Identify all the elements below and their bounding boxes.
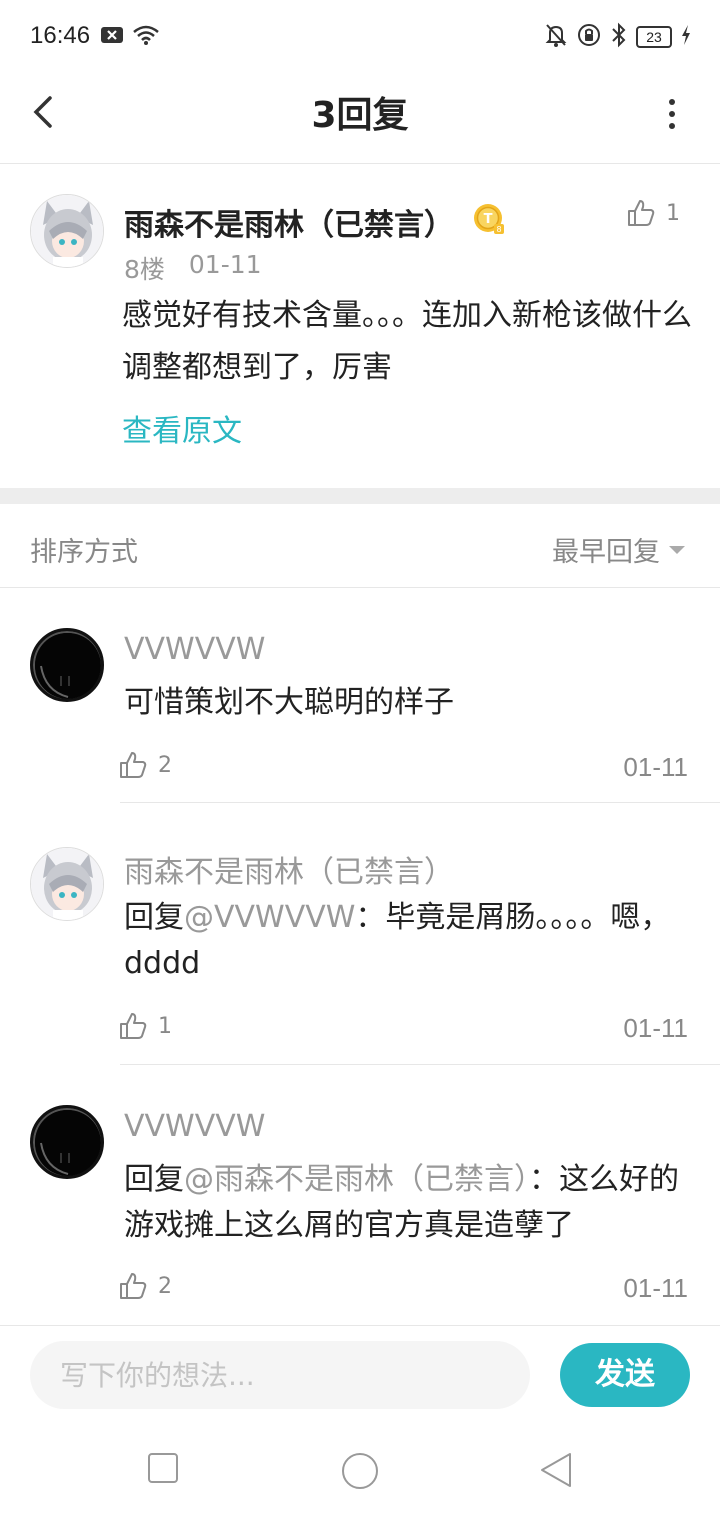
more-vertical-icon [669, 99, 675, 129]
reply-like-button[interactable]: 1 [118, 1011, 172, 1041]
avatar[interactable] [30, 847, 104, 921]
original-post: 雨森不是雨林（已禁言） T8 1 8楼 01-11 感觉好有技术含量。。。连加入… [0, 164, 720, 488]
notification-x-icon [100, 25, 124, 49]
reply-username[interactable]: VVWVVW [124, 632, 265, 667]
back-nav-button[interactable] [538, 1451, 578, 1491]
sort-row: 排序方式 最早回复 [0, 504, 720, 588]
reply-item: 雨森不是雨林（已禁言） 回复@VVWVVW：毕竟是屑肠。。。。嗯，dddd 1 … [0, 803, 720, 1065]
reply-text: 可惜策划不大聪明的样子 [124, 685, 454, 720]
reply-prefix: 回复 [124, 1162, 184, 1197]
mention-link[interactable]: @VVWVVW [184, 900, 355, 935]
svg-text:8: 8 [496, 225, 501, 234]
floor-number: 8楼 [124, 255, 165, 284]
reply-like-count: 1 [158, 1013, 172, 1039]
triangle-back-icon [541, 1453, 571, 1487]
reply-content: 可惜策划不大聪明的样子 [124, 680, 694, 726]
anime-avatar-image [31, 848, 103, 920]
dark-avatar-image [35, 1110, 101, 1176]
wifi-icon [132, 24, 160, 50]
avatar[interactable] [30, 1105, 104, 1179]
op-like-button[interactable]: 1 [626, 198, 680, 228]
send-button[interactable]: 发送 [560, 1343, 690, 1407]
thumbs-up-icon [120, 752, 147, 778]
reply-item: VVWVVW 可惜策划不大聪明的样子 2 01-11 [0, 588, 720, 803]
avatar[interactable] [30, 194, 104, 268]
rotation-lock-icon [576, 22, 602, 52]
bluetooth-icon [610, 22, 628, 52]
reply-like-count: 2 [158, 1273, 172, 1299]
more-button[interactable] [662, 94, 682, 134]
op-username[interactable]: 雨森不是雨林（已禁言） [124, 200, 454, 244]
op-content: 感觉好有技术含量。。。连加入新枪该做什么调整都想到了，厉害 [122, 298, 692, 385]
caret-down-icon [669, 545, 685, 554]
home-button[interactable] [340, 1451, 380, 1491]
view-original-link[interactable]: 查看原文 [122, 406, 242, 450]
mute-bell-icon [544, 22, 568, 52]
reply-like-count: 2 [158, 752, 172, 778]
reply-content: 回复@VVWVVW：毕竟是屑肠。。。。嗯，dddd [124, 895, 694, 987]
svg-text:T: T [484, 212, 493, 227]
op-meta: 8楼 01-11 [124, 250, 262, 286]
charging-icon [680, 24, 692, 50]
status-bar: 16:46 23 [0, 0, 720, 72]
reply-date: 01-11 [623, 1013, 688, 1043]
sort-selected-value: 最早回复 [552, 537, 660, 568]
op-date: 01-11 [188, 250, 262, 279]
reply-username[interactable]: VVWVVW [124, 1109, 265, 1144]
anime-avatar-image [31, 195, 103, 267]
reply-like-button[interactable]: 2 [118, 750, 172, 780]
reply-date: 01-11 [623, 752, 688, 782]
circle-icon [342, 1453, 378, 1489]
page-title: 3回复 [311, 95, 409, 136]
section-divider [0, 488, 720, 504]
battery-icon: 23 [636, 26, 672, 48]
reply-item: VVWVVW 回复@雨森不是雨林（已禁言）：这么好的游戏摊上这么屑的官方真是造孽… [0, 1065, 720, 1325]
square-icon [148, 1453, 178, 1483]
coin-badge-icon: T8 [472, 202, 506, 236]
system-navigation-bar [0, 1425, 720, 1520]
dark-avatar-image [35, 633, 101, 699]
reply-username[interactable]: 雨森不是雨林（已禁言） [124, 847, 454, 891]
reply-prefix: 回复 [124, 900, 184, 935]
comment-bar: 发送 [0, 1325, 720, 1425]
status-time: 16:46 [30, 22, 91, 49]
nav-bar: 3回复 [0, 72, 720, 164]
battery-level: 23 [636, 26, 672, 48]
sort-label: 排序方式 [30, 537, 138, 568]
recent-apps-button[interactable] [146, 1451, 186, 1491]
thumbs-up-icon [628, 200, 655, 226]
reply-content: 回复@雨森不是雨林（已禁言）：这么好的游戏摊上这么屑的官方真是造孽了 [124, 1157, 694, 1249]
sort-dropdown[interactable]: 最早回复 [552, 530, 686, 569]
reply-date: 01-11 [623, 1273, 688, 1303]
thumbs-up-icon [120, 1273, 147, 1299]
reply-like-button[interactable]: 2 [118, 1271, 172, 1301]
op-like-count: 1 [666, 200, 680, 226]
mention-link[interactable]: @雨森不是雨林（已禁言） [184, 1162, 529, 1197]
thumbs-up-icon [120, 1013, 147, 1039]
comment-input[interactable] [30, 1341, 530, 1409]
avatar[interactable] [30, 628, 104, 702]
